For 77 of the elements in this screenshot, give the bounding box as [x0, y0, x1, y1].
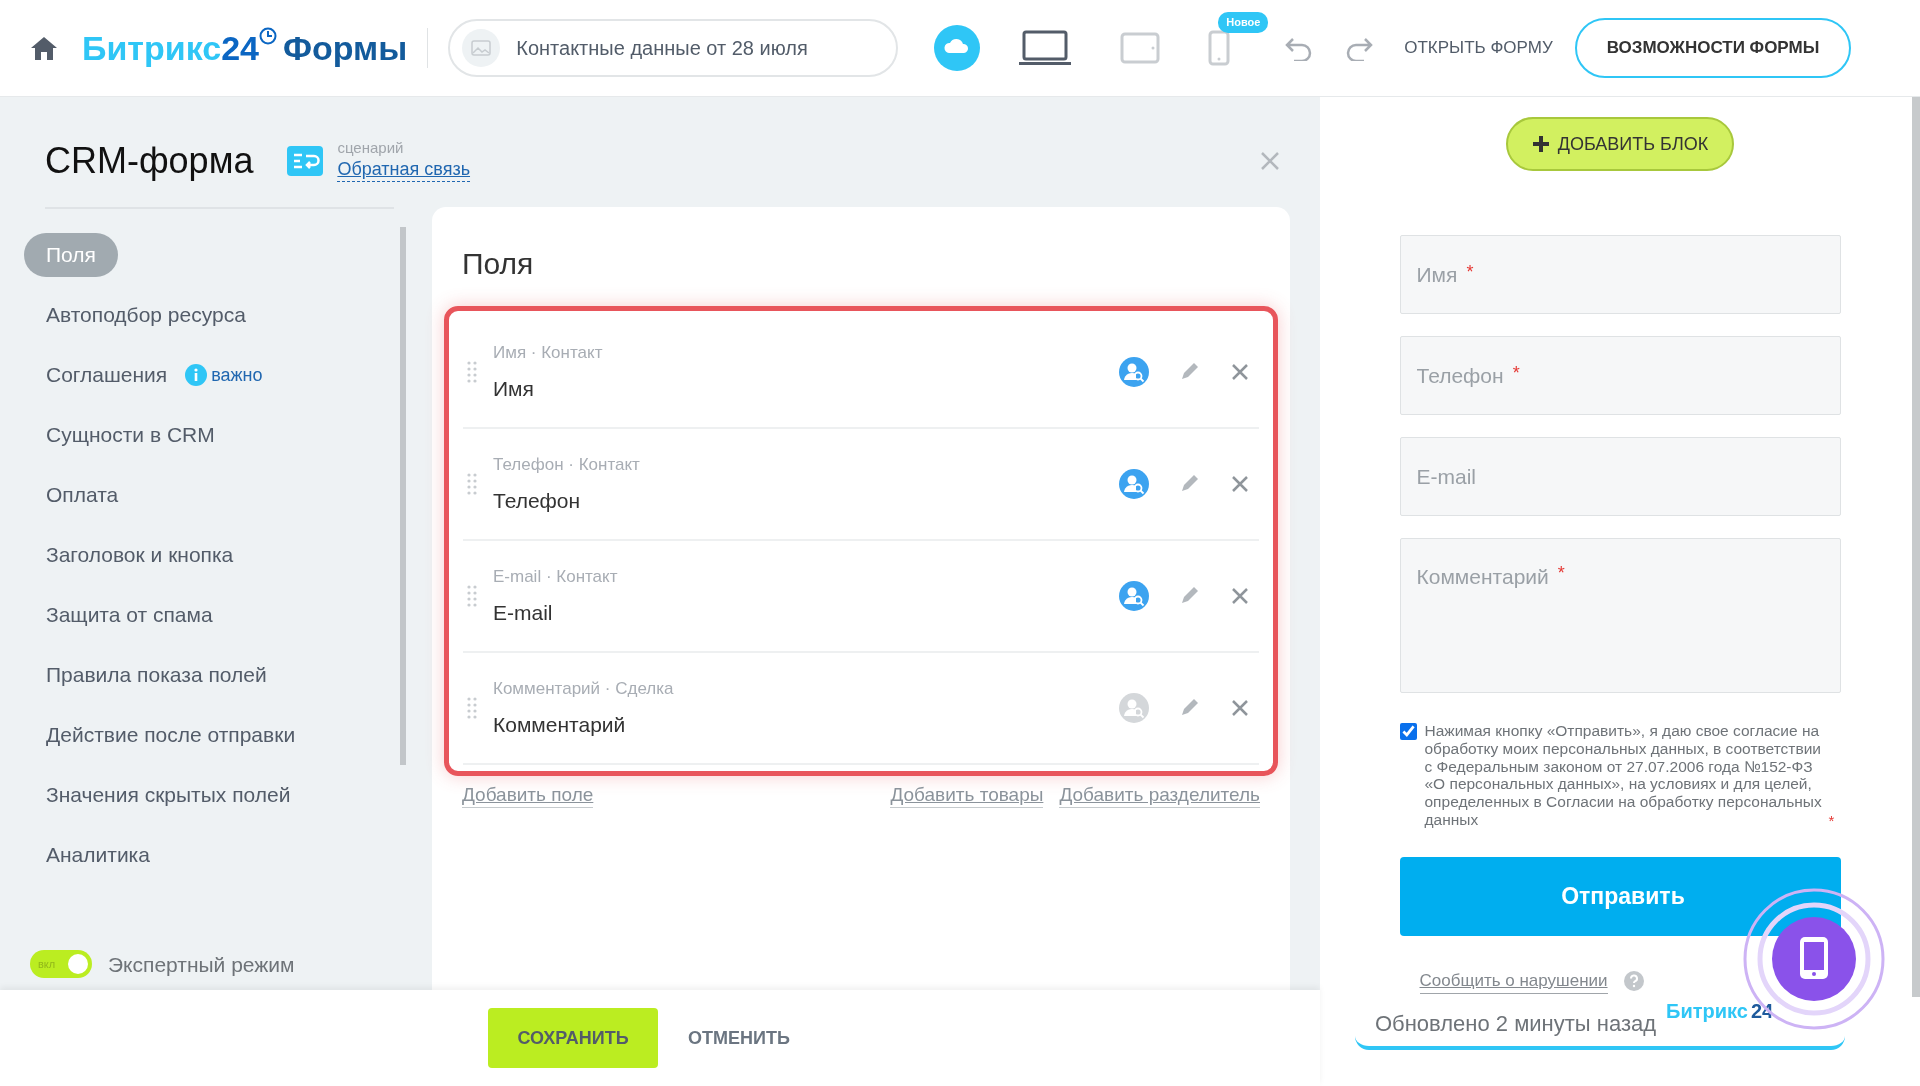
pencil-icon[interactable]	[1179, 698, 1199, 718]
user-search-icon[interactable]	[1119, 469, 1149, 499]
text-field[interactable]: E-mail	[1399, 437, 1841, 516]
logo-text: Формы	[282, 27, 408, 69]
close-icon[interactable]	[1260, 151, 1280, 171]
scenario-link[interactable]: Обратная связь	[337, 159, 471, 182]
logo-text: 24	[221, 27, 259, 69]
consent-checkbox[interactable]	[1399, 723, 1417, 740]
redo-icon[interactable]	[1344, 35, 1375, 61]
cancel-button[interactable]: ОТМЕНИТЬ	[682, 1023, 796, 1053]
updated-text: Обновлено 2 минуты назад	[1375, 1010, 1657, 1039]
close-icon[interactable]	[1231, 587, 1249, 605]
logo-text: Битрикс	[82, 27, 222, 69]
field-caption: Комментарий · Сделка	[493, 677, 675, 700]
field-caption: E-mail · Контакт	[493, 565, 619, 588]
info-icon	[185, 364, 208, 386]
editor-title: CRM-форма	[45, 139, 254, 183]
sidebar-item[interactable]: Значения скрытых полей	[24, 773, 313, 817]
clock-icon	[258, 26, 277, 45]
form-name-text: Контактные данные от 28 июля	[516, 36, 808, 61]
panel-title: Поля	[461, 246, 535, 282]
sidebar-item[interactable]: Оплата	[24, 473, 141, 517]
add-link[interactable]: Добавить товары	[890, 784, 1044, 808]
scenario-label: сценарий	[337, 140, 404, 156]
field-name: Комментарий	[493, 712, 627, 738]
brand-text: Битрикс	[1666, 999, 1748, 1025]
field-name: E-mail	[493, 600, 554, 626]
phone-icon[interactable]	[1208, 30, 1231, 66]
sidebar-item[interactable]: Защита от спама	[24, 593, 235, 637]
field-name: Телефон	[493, 488, 582, 514]
sidebar-item[interactable]: Действие после отправки	[24, 713, 318, 757]
add-link[interactable]: Добавить поле	[462, 784, 594, 808]
drag-handle-icon[interactable]	[467, 585, 477, 607]
consent-text: Нажимая кнопку «Отправить», я даю свое согласие на обработку моих персональных данных, в соответствии с Федеральным законом от 27.07.2006 года №152-ФЗ «О персональных данных», на условиях и для целей, определенных в Согласии на обработку персональных данных	[1424, 722, 1823, 829]
add-link[interactable]: Добавить разделитель	[1059, 784, 1260, 808]
scenario-icon	[287, 146, 324, 176]
close-icon[interactable]	[1231, 363, 1249, 381]
plus-icon	[1531, 135, 1550, 153]
tablet-icon[interactable]	[1120, 32, 1161, 64]
help-icon[interactable]	[1623, 971, 1644, 992]
required-mark: *	[1512, 362, 1520, 385]
desktop-icon[interactable]	[1018, 30, 1073, 66]
user-search-icon[interactable]	[1119, 693, 1149, 723]
drag-handle-icon[interactable]	[467, 361, 477, 383]
field-name: Имя	[493, 376, 535, 402]
important-note: важно	[211, 363, 263, 387]
user-search-icon[interactable]	[1119, 357, 1149, 387]
new-badge: Новое	[1218, 12, 1269, 33]
home-icon[interactable]	[30, 35, 58, 61]
sidebar-item[interactable]: Заголовок и кнопка	[24, 533, 256, 577]
required-mark: *	[1466, 261, 1474, 284]
close-icon[interactable]	[1231, 475, 1249, 493]
pencil-icon[interactable]	[1179, 362, 1199, 382]
drag-handle-icon[interactable]	[467, 473, 477, 495]
save-button[interactable]: СОХРАНИТЬ	[488, 1008, 658, 1068]
close-icon[interactable]	[1231, 699, 1249, 717]
sidebar-item[interactable]: Аналитика	[24, 833, 172, 877]
sidebar-item[interactable]: Автоподбор ресурса	[24, 293, 268, 337]
form-name-field[interactable]: Контактные данные от 28 июля	[448, 19, 899, 77]
features-button[interactable]: ВОЗМОЖНОСТИ ФОРМЫ	[1574, 18, 1852, 78]
add-block-button[interactable]: ДОБАВИТЬ БЛОК	[1505, 117, 1735, 171]
user-search-icon[interactable]	[1119, 581, 1149, 611]
sidebar-item[interactable]: Правила показа полей	[24, 653, 289, 697]
field-caption: Имя · Контакт	[493, 341, 604, 364]
required-mark: *	[1828, 811, 1835, 829]
sidebar-item[interactable]: Сущности в CRM	[24, 413, 237, 457]
sidebar-item[interactable]: Соглашения	[24, 353, 190, 397]
expert-mode-label: Экспертный режим	[108, 951, 295, 978]
field-caption: Телефон · Контакт	[493, 453, 641, 476]
image-icon	[462, 29, 501, 67]
open-form-button[interactable]: ОТКРЫТЬ ФОРМУ	[1398, 34, 1559, 62]
drag-handle-icon[interactable]	[467, 697, 477, 719]
pencil-icon[interactable]	[1179, 586, 1199, 606]
pencil-icon[interactable]	[1179, 474, 1199, 494]
report-link[interactable]: Сообщить о нарушении	[1419, 967, 1608, 995]
cloud-icon[interactable]	[934, 25, 981, 71]
required-mark: *	[1557, 562, 1565, 585]
